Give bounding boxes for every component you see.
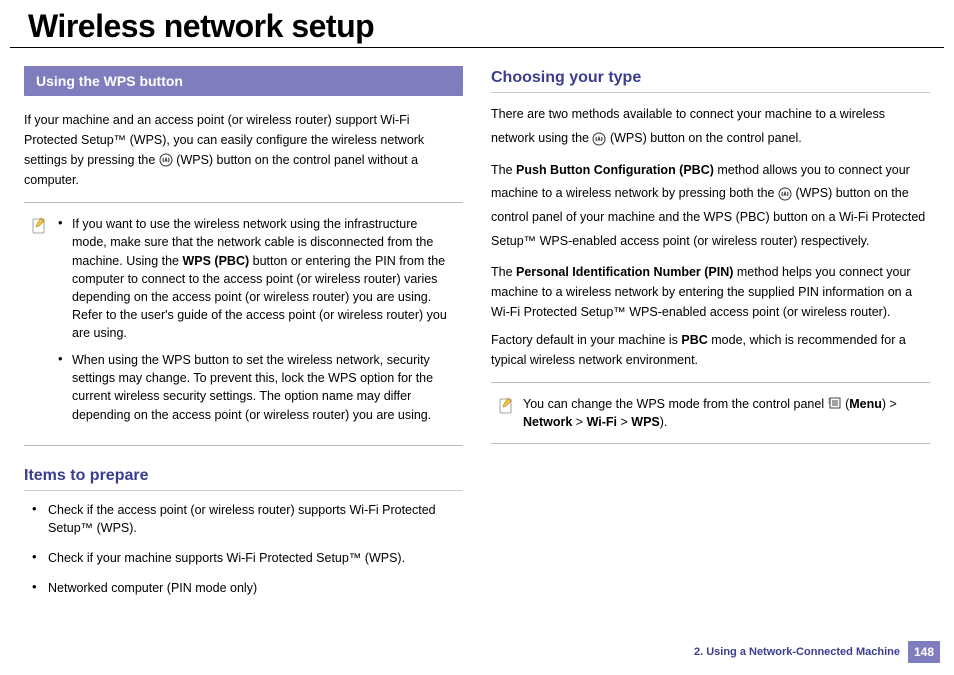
right-p4: Factory default in your machine is PBC m… bbox=[491, 330, 930, 370]
list-item: Check if your machine supports Wi-Fi Pro… bbox=[24, 549, 463, 567]
p4-a: Factory default in your machine is bbox=[491, 333, 681, 347]
note2-net: Network bbox=[523, 415, 572, 429]
p2-bold: Push Button Configuration (PBC) bbox=[516, 163, 714, 177]
note2-b2: ) > bbox=[882, 397, 897, 411]
menu-icon bbox=[828, 396, 842, 410]
note2-text: You can change the WPS mode from the con… bbox=[523, 395, 922, 431]
note-box-2: You can change the WPS mode from the con… bbox=[491, 382, 930, 444]
note2-wps: WPS bbox=[631, 415, 659, 429]
right-p1: There are two methods available to conne… bbox=[491, 103, 930, 151]
note2-gt2: > bbox=[617, 415, 631, 429]
page-footer: 2. Using a Network-Connected Machine 148 bbox=[694, 641, 940, 663]
wps-icon bbox=[778, 186, 792, 200]
note2-a: You can change the WPS mode from the con… bbox=[523, 397, 828, 411]
note2-wifi: Wi-Fi bbox=[587, 415, 617, 429]
page-title: Wireless network setup bbox=[10, 0, 944, 48]
note-icon bbox=[495, 395, 517, 431]
heading-items: Items to prepare bbox=[24, 464, 463, 491]
list-item: Check if the access point (or wireless r… bbox=[24, 501, 463, 537]
right-p3: The Personal Identification Number (PIN)… bbox=[491, 262, 930, 322]
list-item: Networked computer (PIN mode only) bbox=[24, 579, 463, 597]
p2-a: The bbox=[491, 163, 516, 177]
wps-icon bbox=[159, 153, 173, 167]
p3-a: The bbox=[491, 265, 516, 279]
p3-bold: Personal Identification Number (PIN) bbox=[516, 265, 733, 279]
note2-menu: Menu bbox=[849, 397, 882, 411]
note-icon bbox=[28, 215, 50, 432]
right-column: Choosing your type There are two methods… bbox=[491, 66, 930, 609]
heading-choosing: Choosing your type bbox=[491, 66, 930, 93]
note-content-2: You can change the WPS mode from the con… bbox=[523, 395, 922, 431]
note1-item-a: If you want to use the wireless network … bbox=[56, 215, 455, 342]
left-column: Using the WPS button If your machine and… bbox=[24, 66, 463, 609]
p4-bold: PBC bbox=[681, 333, 707, 347]
note-box-1: If you want to use the wireless network … bbox=[24, 202, 463, 445]
note-content-1: If you want to use the wireless network … bbox=[56, 215, 455, 432]
items-list: Check if the access point (or wireless r… bbox=[24, 501, 463, 598]
content-columns: Using the WPS button If your machine and… bbox=[0, 66, 954, 609]
note1-item-b: When using the WPS button to set the wir… bbox=[56, 351, 455, 424]
right-p2: The Push Button Configuration (PBC) meth… bbox=[491, 159, 930, 254]
note2-end: ). bbox=[660, 415, 668, 429]
note1-a-bold: WPS (PBC) bbox=[182, 254, 249, 268]
wps-icon bbox=[592, 131, 606, 145]
note2-gt: > bbox=[572, 415, 586, 429]
page-number: 148 bbox=[908, 641, 940, 663]
footer-chapter: 2. Using a Network-Connected Machine bbox=[694, 646, 900, 658]
section-bar-wps: Using the WPS button bbox=[24, 66, 463, 96]
p1-b: (WPS) button on the control panel. bbox=[610, 131, 802, 145]
intro-paragraph: If your machine and an access point (or … bbox=[24, 110, 463, 190]
